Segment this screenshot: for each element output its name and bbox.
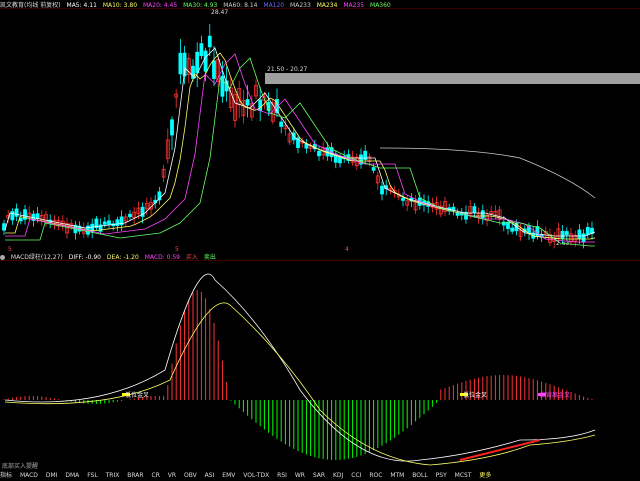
indicator-tab-bar: 指标 MACD DMI DMA FSL TRIX BRAR CR VR OBV …	[0, 470, 640, 481]
tab-2[interactable]: DMI	[46, 472, 58, 479]
main-chart-header: 凯文教育(均线 前复权) MA5: 4.11 MA10: 3.80 MA20: …	[0, 0, 640, 9]
tab-14[interactable]: WR	[295, 472, 305, 479]
tab-7[interactable]: CR	[152, 472, 160, 479]
tab-22[interactable]: MCST	[455, 472, 472, 479]
bottom-note: 底部买入提醒	[2, 462, 38, 470]
tab-5[interactable]: TRIX	[106, 472, 120, 479]
price-chart[interactable]: 21.50 - 20.27 28.47 2.63 5 5 4	[0, 8, 640, 252]
macd-header: MACD绿柱(12,27) DIFF: -0.90 DEA: -1.20 MAC…	[0, 252, 640, 261]
tab-18[interactable]: ROC	[369, 472, 382, 479]
tab-8[interactable]: VR	[168, 472, 176, 479]
tab-12[interactable]: VOL-TDX	[243, 472, 269, 479]
tab-13[interactable]: RSI	[277, 472, 287, 479]
zone-label: 21.50 - 20.27	[267, 66, 308, 73]
tab-11[interactable]: EMV	[222, 472, 235, 479]
cross2-label: 低位金叉	[463, 391, 487, 399]
tab-16[interactable]: KDJ	[333, 472, 343, 479]
tab-20[interactable]: BOLL	[412, 472, 427, 479]
tab-15[interactable]: SAR	[313, 472, 325, 479]
candlesticks	[2, 24, 594, 249]
tab-9[interactable]: OBV	[184, 472, 197, 479]
tab-17[interactable]: CCI	[351, 472, 361, 479]
cross1-label: 低位金叉	[125, 391, 149, 399]
cross3-label: 底背离金叉	[540, 391, 570, 399]
resistance-zone	[265, 73, 640, 84]
tab-21[interactable]: PSY	[436, 472, 447, 479]
tab-1[interactable]: MACD	[20, 472, 38, 479]
tab-4[interactable]: FSL	[87, 472, 98, 479]
tab-19[interactable]: MTM	[390, 472, 404, 479]
tab-6[interactable]: BRAR	[127, 472, 143, 479]
tab-23[interactable]: 更多	[479, 472, 491, 479]
macd-chart[interactable]: 低位金叉 低位金叉 底背离金叉 底部买入提醒	[0, 260, 640, 470]
high-price-label: 28.47	[211, 9, 228, 16]
tab-10[interactable]: ASI	[205, 472, 215, 479]
tab-0[interactable]: 指标	[0, 472, 12, 479]
macd-histogram	[3, 290, 593, 460]
tab-3[interactable]: DMA	[65, 472, 79, 479]
macd-lines	[4, 273, 596, 466]
